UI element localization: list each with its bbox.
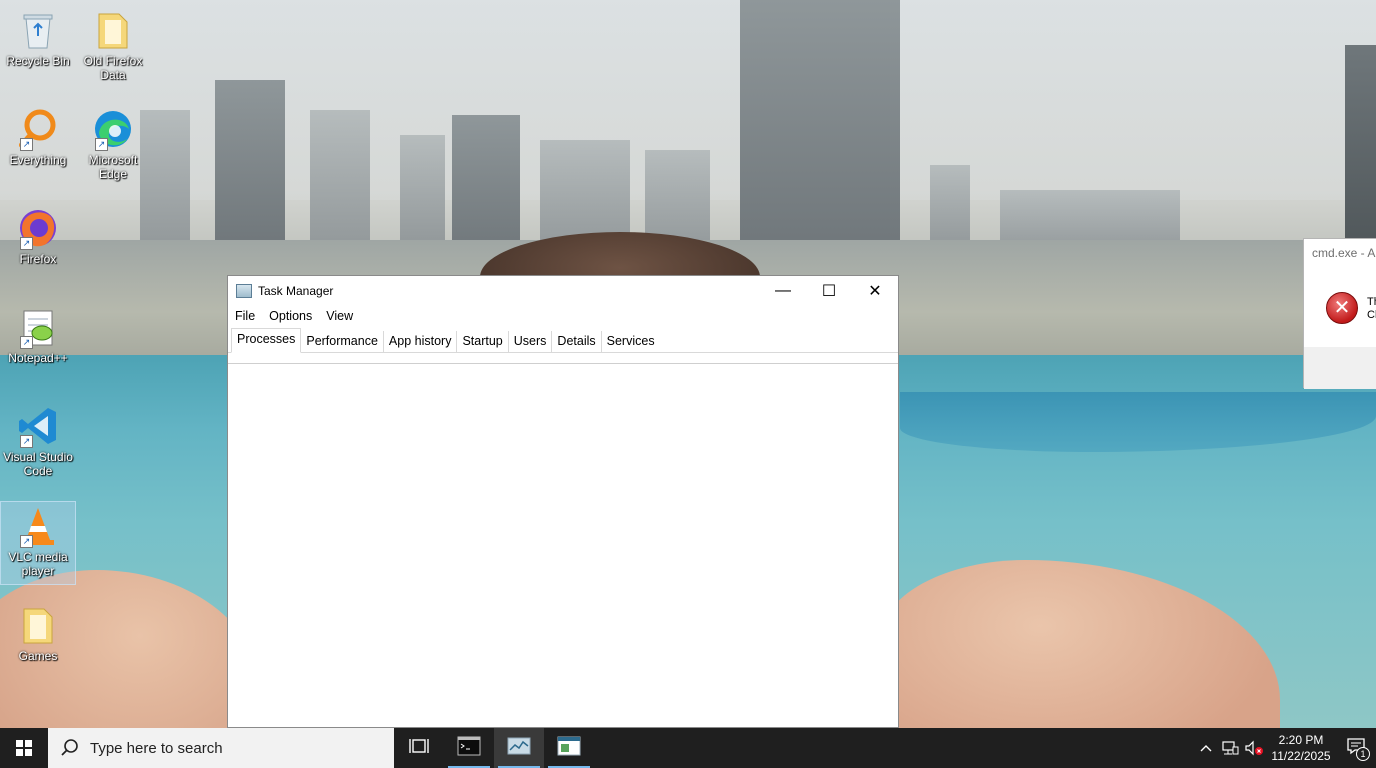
desktop-icon-label: Games <box>18 649 58 663</box>
folder-icon <box>91 8 135 52</box>
desktop-icon-label: Recycle Bin <box>6 54 70 68</box>
desktop-icon-visual-studio-code[interactable]: ↗ Visual Studio Code <box>1 404 75 478</box>
desktop-icon-label: Notepad++ <box>8 351 68 365</box>
menu-options[interactable]: Options <box>269 309 312 323</box>
folder-icon <box>16 603 60 647</box>
desktop-icon-microsoft-edge[interactable]: ↗ Microsoft Edge <box>76 107 150 181</box>
taskbar-app-cmd[interactable] <box>444 728 494 768</box>
task-view-button[interactable] <box>394 728 444 768</box>
search-icon <box>60 738 80 758</box>
desktop-icon-label: Microsoft Edge <box>88 153 138 181</box>
desktop-icon-label: Old Firefox Data <box>83 54 143 82</box>
command-prompt-icon <box>457 736 481 761</box>
window-title: Task Manager <box>258 284 334 298</box>
task-manager-icon <box>507 736 531 761</box>
app-window-icon <box>557 736 581 761</box>
action-center-button[interactable]: 1 <box>1336 728 1376 768</box>
network-icon[interactable] <box>1218 728 1242 768</box>
task-manager-window[interactable]: Task Manager — ☐ ✕ File Options View Pro… <box>227 275 899 728</box>
windows-logo-icon <box>16 740 32 756</box>
wallpaper-building <box>400 135 445 255</box>
cmd-error-dialog[interactable]: cmd.exe - A ✕ Th Cl <box>1303 238 1376 389</box>
wallpaper-building <box>215 80 285 260</box>
task-view-icon <box>409 737 429 760</box>
dialog-title: cmd.exe - A <box>1312 246 1376 260</box>
volume-muted-icon[interactable] <box>1242 728 1266 768</box>
menu-file[interactable]: File <box>235 309 255 323</box>
wallpaper-tower <box>740 0 900 270</box>
desktop-icon-notepad-plus-plus[interactable]: ↗ Notepad++ <box>1 305 75 365</box>
notification-count-badge: 1 <box>1356 747 1370 761</box>
tab-processes[interactable]: Processes <box>231 328 302 353</box>
desktop-icon-label: VLC media player <box>8 550 68 578</box>
shortcut-arrow-icon: ↗ <box>20 435 33 448</box>
tab-users[interactable]: Users <box>509 331 553 352</box>
tab-app-history[interactable]: App history <box>384 331 458 352</box>
maximize-button[interactable]: ☐ <box>806 276 852 306</box>
dialog-message-line: Cl <box>1367 309 1376 321</box>
shortcut-arrow-icon: ↗ <box>95 138 108 151</box>
desktop-icon-label: Everything <box>9 153 67 167</box>
task-manager-icon <box>236 284 252 298</box>
taskbar: Type here to search 2:20 PM 11/22/2025 1 <box>0 728 1376 768</box>
taskbar-app-window[interactable] <box>544 728 594 768</box>
tab-details[interactable]: Details <box>552 331 602 352</box>
error-icon: ✕ <box>1326 292 1358 324</box>
desktop-icon-games[interactable]: Games <box>1 603 75 663</box>
start-button[interactable] <box>0 728 48 768</box>
menu-bar: File Options View <box>228 306 898 326</box>
wallpaper-building <box>310 110 370 260</box>
clock-date: 11/22/2025 <box>1271 749 1331 763</box>
desktop-icon-old-firefox-data[interactable]: Old Firefox Data <box>76 8 150 82</box>
shortcut-arrow-icon: ↗ <box>20 138 33 151</box>
notepad-plus-plus-icon: ↗ <box>16 305 60 349</box>
task-manager-titlebar[interactable]: Task Manager — ☐ ✕ <box>228 276 898 306</box>
wallpaper-building <box>1345 45 1376 255</box>
desktop: Recycle Bin Old Firefox Data ↗ Everythin… <box>0 0 1376 728</box>
dialog-message: Th Cl <box>1367 296 1376 322</box>
processes-panel <box>228 363 898 727</box>
desktop-icon-recycle-bin[interactable]: Recycle Bin <box>1 8 75 68</box>
desktop-icon-everything[interactable]: ↗ Everything <box>1 107 75 167</box>
everything-search-icon: ↗ <box>16 107 60 151</box>
desktop-icon-vlc-media-player[interactable]: ↗ VLC media player <box>0 501 76 585</box>
tab-startup[interactable]: Startup <box>457 331 509 352</box>
tab-strip: Processes Performance App history Startu… <box>228 328 898 353</box>
taskbar-app-task-manager[interactable] <box>494 728 544 768</box>
system-tray: 2:20 PM 11/22/2025 1 <box>1194 728 1376 768</box>
desktop-icon-label: Visual Studio Code <box>3 450 73 478</box>
vscode-icon: ↗ <box>16 404 60 448</box>
taskbar-clock[interactable]: 2:20 PM 11/22/2025 <box>1266 732 1336 764</box>
firefox-icon: ↗ <box>16 206 60 250</box>
show-hidden-icons-chevron-icon[interactable] <box>1194 728 1218 768</box>
minimize-button[interactable]: — <box>760 276 806 306</box>
shortcut-arrow-icon: ↗ <box>20 336 33 349</box>
tab-services[interactable]: Services <box>602 331 660 352</box>
shortcut-arrow-icon: ↗ <box>20 535 33 548</box>
edge-icon: ↗ <box>91 107 135 151</box>
dialog-message-line: Th <box>1367 296 1376 308</box>
vlc-cone-icon: ↗ <box>16 504 60 548</box>
close-button[interactable]: ✕ <box>852 276 898 306</box>
dialog-footer <box>1304 347 1376 389</box>
shortcut-arrow-icon: ↗ <box>20 237 33 250</box>
clock-time: 2:20 PM <box>1278 733 1324 747</box>
desktop-icon-firefox[interactable]: ↗ Firefox <box>1 206 75 266</box>
desktop-icon-label: Firefox <box>19 252 57 266</box>
recycle-bin-icon <box>16 8 60 52</box>
search-placeholder: Type here to search <box>90 739 223 757</box>
tab-performance[interactable]: Performance <box>301 331 384 352</box>
menu-view[interactable]: View <box>326 309 353 323</box>
taskbar-search-box[interactable]: Type here to search <box>48 728 394 768</box>
